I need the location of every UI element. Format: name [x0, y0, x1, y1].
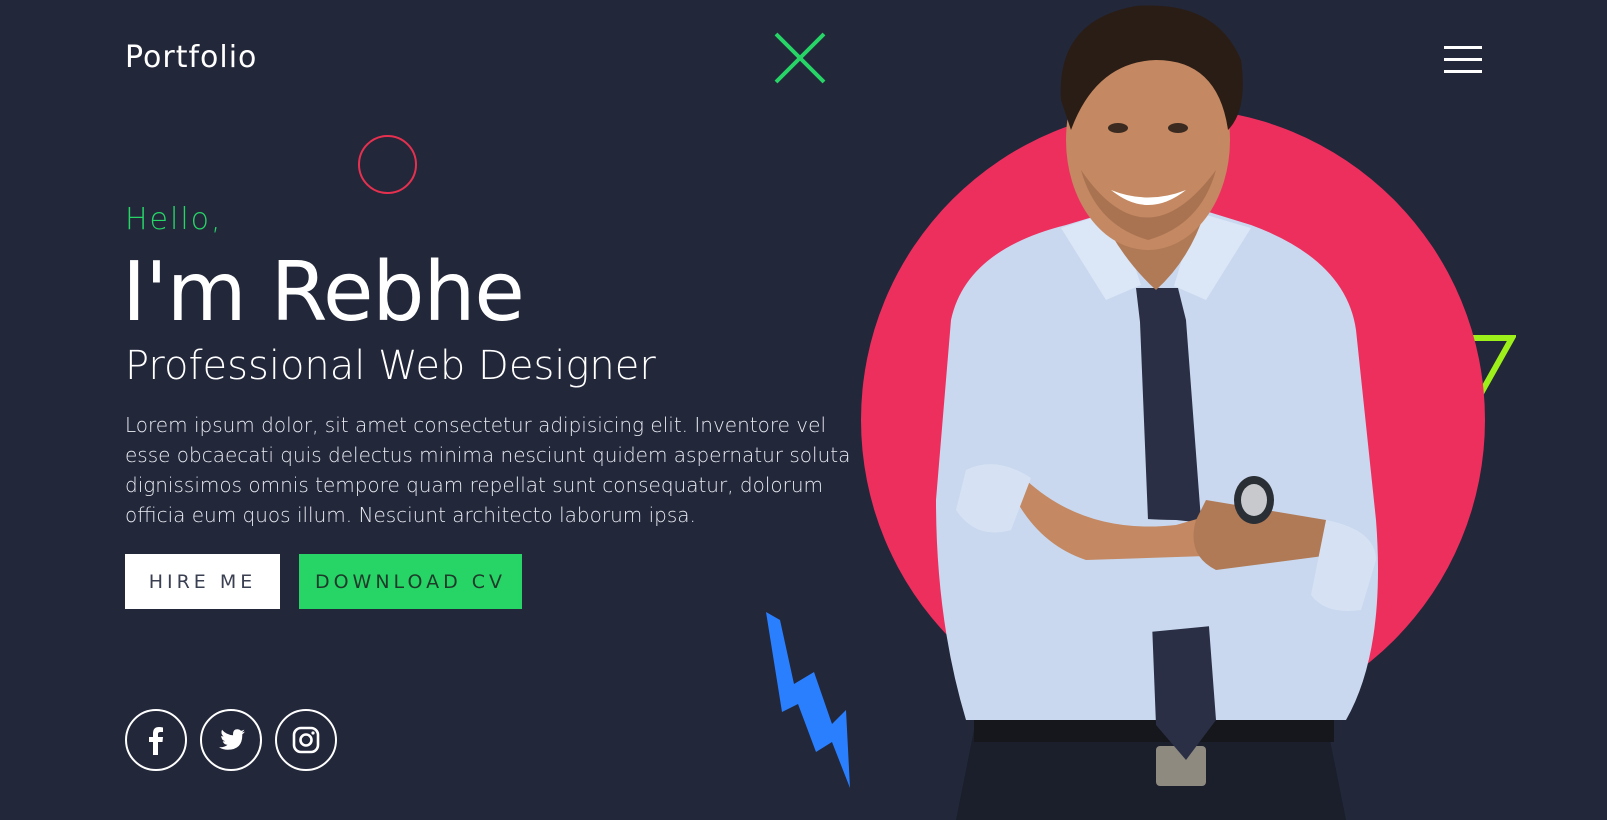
- facebook-glyph: [149, 727, 163, 755]
- hero-bio: Lorem ipsum dolor, sit amet consectetur …: [125, 413, 851, 527]
- download-cv-button[interactable]: DOWNLOAD CV: [299, 554, 522, 609]
- hero-portrait-illustration: [861, 5, 1485, 820]
- x-shape-icon: [774, 32, 826, 84]
- twitter-icon[interactable]: [200, 709, 262, 771]
- hire-me-button[interactable]: HIRE ME: [125, 554, 280, 609]
- twitter-glyph: [219, 729, 245, 750]
- facebook-icon[interactable]: [125, 709, 187, 771]
- hero-role: Professional Web Designer: [125, 343, 656, 389]
- instagram-glyph: [292, 726, 320, 754]
- portfolio-page: Portfolio Hello, I'm Rebhe Professional …: [0, 0, 1607, 820]
- instagram-icon[interactable]: [275, 709, 337, 771]
- hero-name: I'm Rebhe: [122, 245, 525, 340]
- circle-outline-shape: [358, 135, 417, 194]
- site-logo[interactable]: Portfolio: [125, 40, 257, 75]
- hero-greeting: Hello,: [125, 202, 223, 237]
- lightning-bolt-icon: [766, 612, 850, 788]
